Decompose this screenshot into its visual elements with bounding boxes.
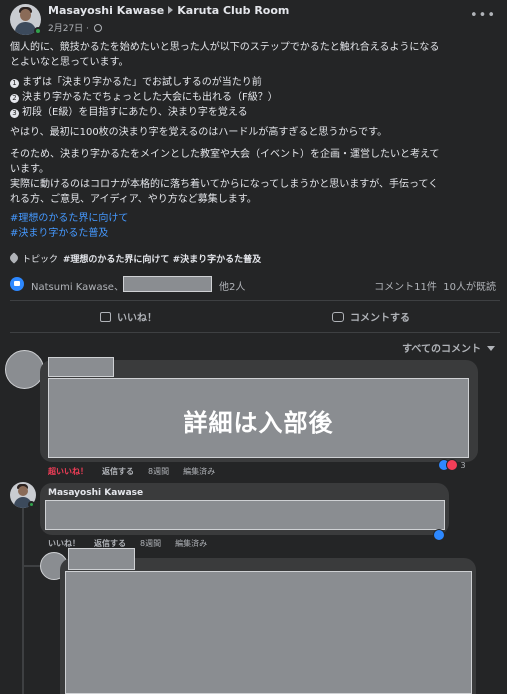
reaction-summary: Natsumi Kawase、 他2人 コメント11件 10人が既読 bbox=[10, 276, 500, 294]
thread-branch bbox=[22, 565, 40, 567]
comment-sort-dropdown[interactable]: すべてのコメント bbox=[402, 340, 495, 355]
online-status-icon bbox=[28, 501, 35, 508]
comment-count-link[interactable]: コメント11件 bbox=[374, 282, 437, 293]
comment-edited: 編集済み bbox=[183, 467, 216, 476]
redacted-comment-text bbox=[45, 500, 445, 530]
redacted-comment-text: 詳細は入部後 bbox=[48, 378, 469, 458]
comment-reaction-link[interactable]: 超いいね！ bbox=[48, 467, 88, 476]
redacted-commenter-name bbox=[68, 548, 135, 570]
commenter-name-link[interactable]: Masayoshi Kawase bbox=[48, 488, 143, 498]
step-item: 1 まずは「決まり字かるた」でお試しするのが当たり前 bbox=[10, 75, 500, 90]
comment-bubble bbox=[60, 548, 476, 694]
author-name-link[interactable]: Masayoshi Kawase bbox=[48, 4, 164, 17]
thread-line bbox=[22, 507, 24, 694]
post-header: Masayoshi Kawase Karuta Club Room 2月27日 ·… bbox=[10, 4, 500, 38]
comment-edited: 編集済み bbox=[175, 539, 208, 548]
author-breadcrumb: Masayoshi Kawase Karuta Club Room bbox=[48, 4, 289, 17]
divider bbox=[10, 332, 500, 333]
comment-icon bbox=[332, 312, 344, 322]
post-paragraph-3: そのため、決まり字かるたをメインとした教室や大会（イベント）を企画・運営したいと… bbox=[10, 149, 440, 205]
comment-reply-link[interactable]: 返信する bbox=[94, 539, 126, 548]
group-name-link[interactable]: Karuta Club Room bbox=[177, 4, 289, 17]
comment-reply-link[interactable]: 返信する bbox=[102, 467, 134, 476]
topic-row: トピック #理想のかるた界に向けて #決まり字かるた普及 bbox=[8, 252, 261, 265]
topic-tags-link[interactable]: #理想のかるた界に向けて #決まり字かるた普及 bbox=[63, 255, 261, 265]
post-hashtags: #理想のかるた界に向けて #決まり字かるた普及 bbox=[10, 211, 500, 241]
comment-button[interactable]: コメントする bbox=[332, 309, 410, 324]
seen-count-link[interactable]: 10人が既読 bbox=[443, 282, 496, 293]
comment-like-link[interactable]: いいね！ bbox=[48, 539, 80, 548]
like-icon bbox=[10, 277, 24, 291]
step-number-icon: 1 bbox=[10, 79, 19, 88]
triangle-right-icon bbox=[168, 6, 174, 14]
hashtag-link[interactable]: #理想のかるた界に向けて bbox=[10, 211, 500, 226]
post-step-list: 1 まずは「決まり字かるた」でお試しするのが当たり前 2 決まり字かるたでちょっとし… bbox=[10, 75, 500, 120]
topic-label: トピック bbox=[22, 255, 59, 265]
pin-icon bbox=[8, 252, 20, 264]
post-date-link[interactable]: 2月27日 bbox=[48, 24, 83, 34]
commenter-avatar-redacted[interactable] bbox=[5, 350, 44, 389]
comment-reaction-count[interactable]: 3 bbox=[438, 459, 466, 473]
caret-down-icon bbox=[487, 346, 495, 351]
comment-bubble: 詳細は入部後 bbox=[40, 357, 478, 462]
redacted-comment-text bbox=[65, 571, 472, 694]
post-stats: コメント11件 10人が既読 bbox=[374, 278, 496, 293]
reactor-others[interactable]: 他2人 bbox=[219, 278, 245, 293]
globe-icon bbox=[93, 24, 102, 32]
step-number-icon: 3 bbox=[10, 109, 19, 118]
like-button[interactable]: いいね！ bbox=[100, 309, 157, 324]
comment-reaction-count[interactable] bbox=[433, 529, 445, 543]
comment-bubble: Masayoshi Kawase bbox=[40, 483, 449, 535]
comment-actions: 超いいね！ 返信する 8週間 編集済み bbox=[48, 466, 229, 477]
more-icon[interactable]: ••• bbox=[470, 8, 496, 23]
members-only-notice: 詳細は入部後 bbox=[183, 409, 334, 437]
redacted-name bbox=[123, 276, 212, 292]
comment-age[interactable]: 8週間 bbox=[140, 539, 161, 548]
step-item: 2 決まり字かるたでちょっとした大会にも出れる（F級？） bbox=[10, 90, 500, 105]
post-meta: 2月27日 · bbox=[48, 21, 102, 34]
like-outline-icon bbox=[100, 312, 111, 322]
step-item: 3 初段（E級）を目指すにあたり、決まり字を覚える bbox=[10, 105, 500, 120]
reactor-names[interactable]: Natsumi Kawase、 bbox=[31, 278, 124, 293]
post-paragraph-1: 個人的に、競技かるたを始めたいと思った人が以下のステップでかるたと触れ合えるよう… bbox=[10, 42, 440, 68]
step-number-icon: 2 bbox=[10, 94, 19, 103]
online-status-icon bbox=[34, 27, 42, 35]
comment-age[interactable]: 8週間 bbox=[148, 467, 169, 476]
love-icon bbox=[446, 459, 458, 471]
like-icon bbox=[433, 529, 445, 541]
post-paragraph-2: やはり、最初に100枚の決まり字を覚えるのはハードルが高すぎると思うからです。 bbox=[10, 127, 388, 138]
group-post: Masayoshi Kawase Karuta Club Room 2月27日 ·… bbox=[0, 0, 507, 694]
redacted-commenter-name bbox=[48, 357, 114, 377]
hashtag-link[interactable]: #決まり字かるた普及 bbox=[10, 226, 500, 241]
divider bbox=[10, 300, 500, 301]
